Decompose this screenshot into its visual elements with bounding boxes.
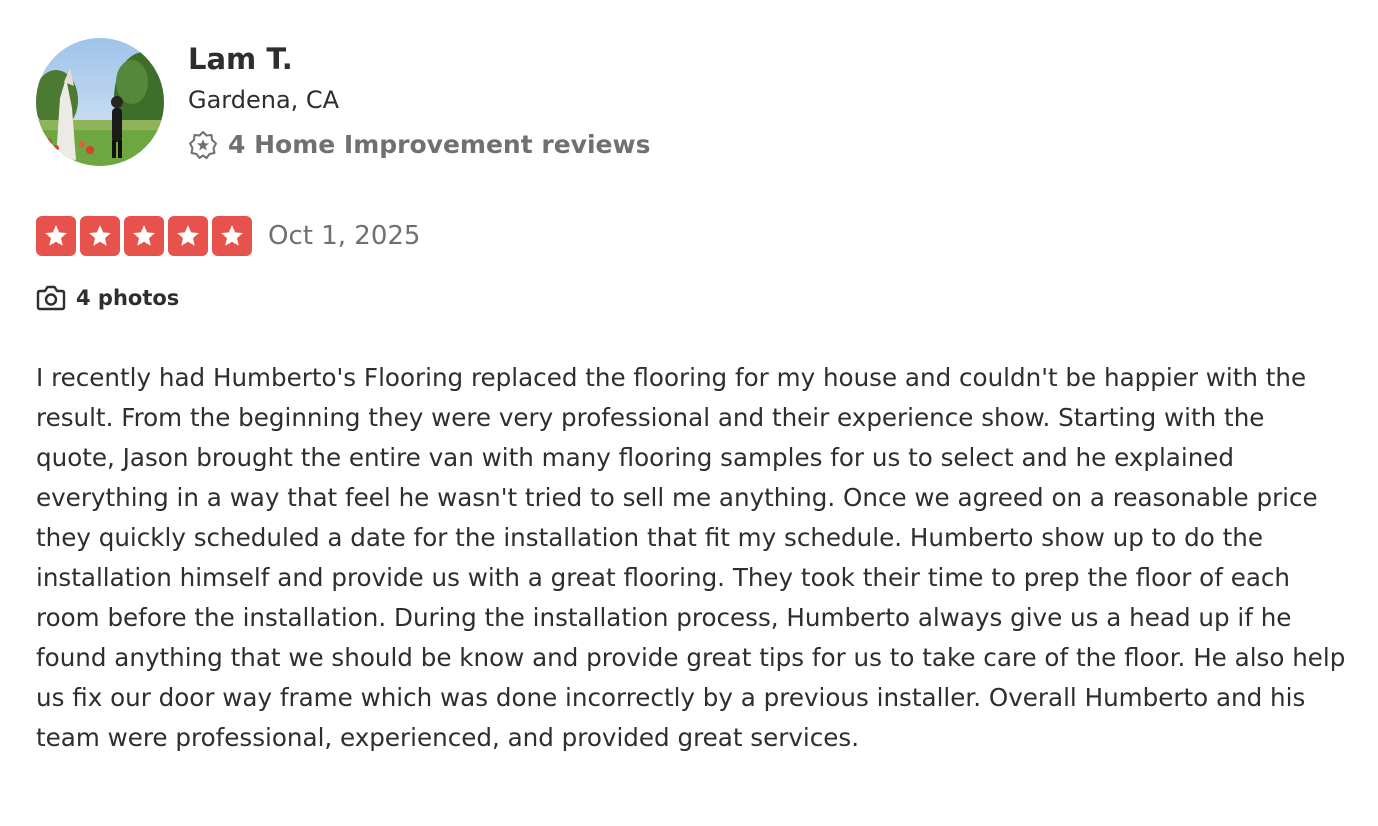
star-rating: [36, 216, 252, 256]
photos-link[interactable]: 4 photos: [36, 284, 179, 312]
star-icon: [168, 216, 208, 256]
star-icon: [80, 216, 120, 256]
reviewer-location: Gardena, CA: [188, 86, 340, 114]
review-date: Oct 1, 2025: [268, 221, 421, 251]
star-icon: [124, 216, 164, 256]
reviewer-avatar[interactable]: [36, 38, 164, 166]
review-count-label: 4 Home Improvement reviews: [228, 130, 651, 159]
review-card: Lam T. Gardena, CA 4 Home Improvement re…: [0, 0, 1378, 826]
camera-icon: [36, 284, 66, 312]
rating-row: Oct 1, 2025: [36, 216, 420, 256]
star-icon: [36, 216, 76, 256]
user-photo-avatar-icon: [36, 38, 164, 166]
photos-label: 4 photos: [76, 286, 180, 310]
reviewer-review-count: 4 Home Improvement reviews: [188, 129, 650, 161]
reviewer-info: Lam T. Gardena, CA 4 Home Improvement re…: [188, 40, 650, 161]
star-icon: [212, 216, 252, 256]
review-badge-icon: [188, 130, 218, 160]
reviewer-name[interactable]: Lam T.: [188, 40, 650, 78]
review-text: I recently had Humberto's Flooring repla…: [36, 363, 1346, 752]
